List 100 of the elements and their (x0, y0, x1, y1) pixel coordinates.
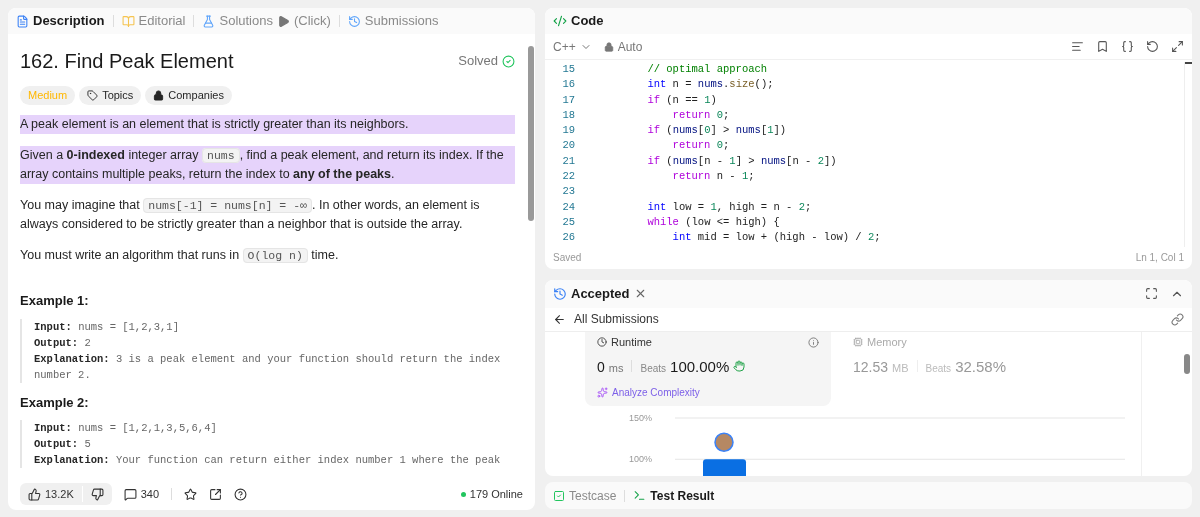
code-line: return 0; (671, 107, 731, 123)
line-number: 21 (562, 153, 575, 169)
code-line: return n - 1; (671, 169, 756, 185)
runtime-unit: ms (608, 361, 624, 377)
maximize-icon[interactable] (1145, 287, 1158, 301)
example-title: Example 2: (20, 393, 90, 412)
panel-tab[interactable]: Submissions (347, 11, 439, 31)
code-line: int mid = low + (high - low) / 2; (671, 230, 882, 246)
panel-tab[interactable]: Test Result (633, 486, 715, 505)
runtime-label: Runtime (611, 334, 652, 350)
checkbox-icon (553, 489, 565, 502)
runtime-value: 0 (597, 358, 605, 378)
thumbs-up-icon (28, 487, 41, 501)
clap-icon (733, 360, 746, 373)
beats-label: Beats (925, 362, 952, 377)
axis-tick-label: 100% (629, 454, 653, 465)
code-icon (553, 14, 567, 28)
axis-tick-label: 150% (629, 412, 653, 423)
line-number: 16 (562, 77, 575, 93)
book-icon (121, 14, 135, 28)
mode-label: Auto (617, 38, 643, 56)
lock-icon (153, 90, 165, 101)
tag-icon (87, 90, 99, 101)
panel-tab[interactable]: Description (16, 11, 105, 31)
format-icon[interactable] (1071, 40, 1084, 53)
code-line: if (nums[n - 1] > nums[n - 2]) (646, 153, 838, 169)
line-number: 18 (562, 107, 575, 123)
check-icon (502, 54, 515, 68)
example-line: Explanation: Your function can return either index number 1 where the peak (34, 453, 502, 468)
chart-bar (703, 459, 746, 477)
clock-icon (597, 337, 607, 348)
example-line: Output: 2 (34, 335, 92, 351)
memory-label: Memory (867, 334, 907, 350)
description-paragraph: A peak element is an element that is strictly greater than its neighbors. (20, 115, 515, 134)
star-icon[interactable] (184, 487, 198, 501)
panel-title: Accepted (571, 285, 630, 304)
expand-icon[interactable] (1171, 40, 1184, 53)
description-paragraph: You may imagine that nums[-1] = nums[n] = -∞ . In other words, an element is always considered to be strictly greater than a neighbor that is outside the array. (20, 197, 481, 233)
problem-title: 162. Find Peak Element (20, 49, 234, 74)
beats-value: 32.58% (955, 357, 1006, 378)
code-line: if (n == 1) (646, 92, 718, 108)
back-link[interactable]: All Submissions (574, 310, 659, 329)
link-icon[interactable] (1171, 312, 1184, 326)
line-number: 26 (562, 230, 575, 246)
code-line: int low = 1, high = n - 2; (646, 199, 813, 215)
line-number: 20 (562, 138, 575, 154)
panel-tab[interactable]: (Click) (276, 11, 331, 31)
code-line: return 0; (671, 138, 731, 154)
memory-value: 12.53 (853, 358, 889, 378)
example-line: Output: 5 (34, 437, 92, 452)
comments-button[interactable]: 340 (123, 485, 160, 503)
line-number: 15 (562, 62, 575, 77)
analyze-link[interactable]: Analyze Complexity (612, 384, 700, 400)
terminal-icon (633, 489, 647, 503)
line-number: 17 (562, 92, 575, 108)
history-icon (553, 286, 567, 301)
memory-unit: MB (892, 361, 909, 377)
info-icon[interactable] (808, 336, 819, 348)
line-number: 24 (562, 199, 575, 215)
help-icon[interactable] (234, 487, 248, 501)
beats-value: 100.00% (670, 357, 730, 378)
example-line: Input: nums = [1,2,1,3,5,6,4] (34, 421, 218, 436)
tag-chip[interactable]: Topics (79, 86, 142, 105)
example-line: Input: nums = [1,2,3,1] (34, 319, 180, 335)
panel-tab[interactable]: Solutions (202, 11, 273, 31)
flask-icon (202, 14, 216, 28)
document-icon (16, 14, 29, 28)
description-paragraph: You must write an algorithm that runs in O(log n) time. (20, 247, 340, 265)
comment-icon (123, 487, 137, 501)
language-select[interactable]: C++ (553, 37, 592, 56)
line-number: 19 (562, 123, 575, 139)
example-line: Explanation: 3 is a peak element and your function should return the index number 2. (34, 351, 502, 383)
history-icon (347, 14, 361, 28)
sparkle-icon (597, 386, 608, 398)
panel-tab[interactable]: Editorial (121, 11, 186, 31)
line-number: 23 (562, 184, 575, 200)
braces-icon[interactable] (1121, 40, 1134, 53)
scrollbar[interactable] (1184, 62, 1192, 247)
line-number: 25 (562, 214, 575, 230)
bookmark-icon[interactable] (1096, 40, 1109, 53)
panel-tab[interactable]: Testcase (553, 486, 617, 505)
online-count: 179 Online (469, 486, 523, 502)
line-number: 22 (562, 169, 575, 185)
code-line: int n = nums.size(); (646, 77, 775, 93)
share-icon[interactable] (209, 487, 223, 501)
beats-label: Beats (640, 362, 667, 377)
play-icon (276, 14, 290, 28)
thumbs-down-icon (90, 487, 104, 501)
avatar (714, 432, 734, 452)
solved-status: Solved (458, 52, 498, 71)
back-arrow-icon[interactable] (553, 312, 566, 326)
lock-icon (603, 41, 614, 52)
cursor-position: Ln 1, Col 1 (1135, 251, 1184, 266)
example-title: Example 1: (20, 292, 90, 310)
code-line: if (nums[0] > nums[1]) (646, 123, 788, 139)
description-paragraph: Given a 0-indexed integer array nums , find a peak element, and return its index. If the array contains multiple peaks, return the index to any of the peaks. (20, 146, 515, 184)
chip-icon (853, 337, 863, 348)
code-line: // optimal approach (646, 62, 769, 77)
reset-icon[interactable] (1146, 40, 1159, 53)
tag-chip[interactable]: Companies (145, 86, 232, 105)
